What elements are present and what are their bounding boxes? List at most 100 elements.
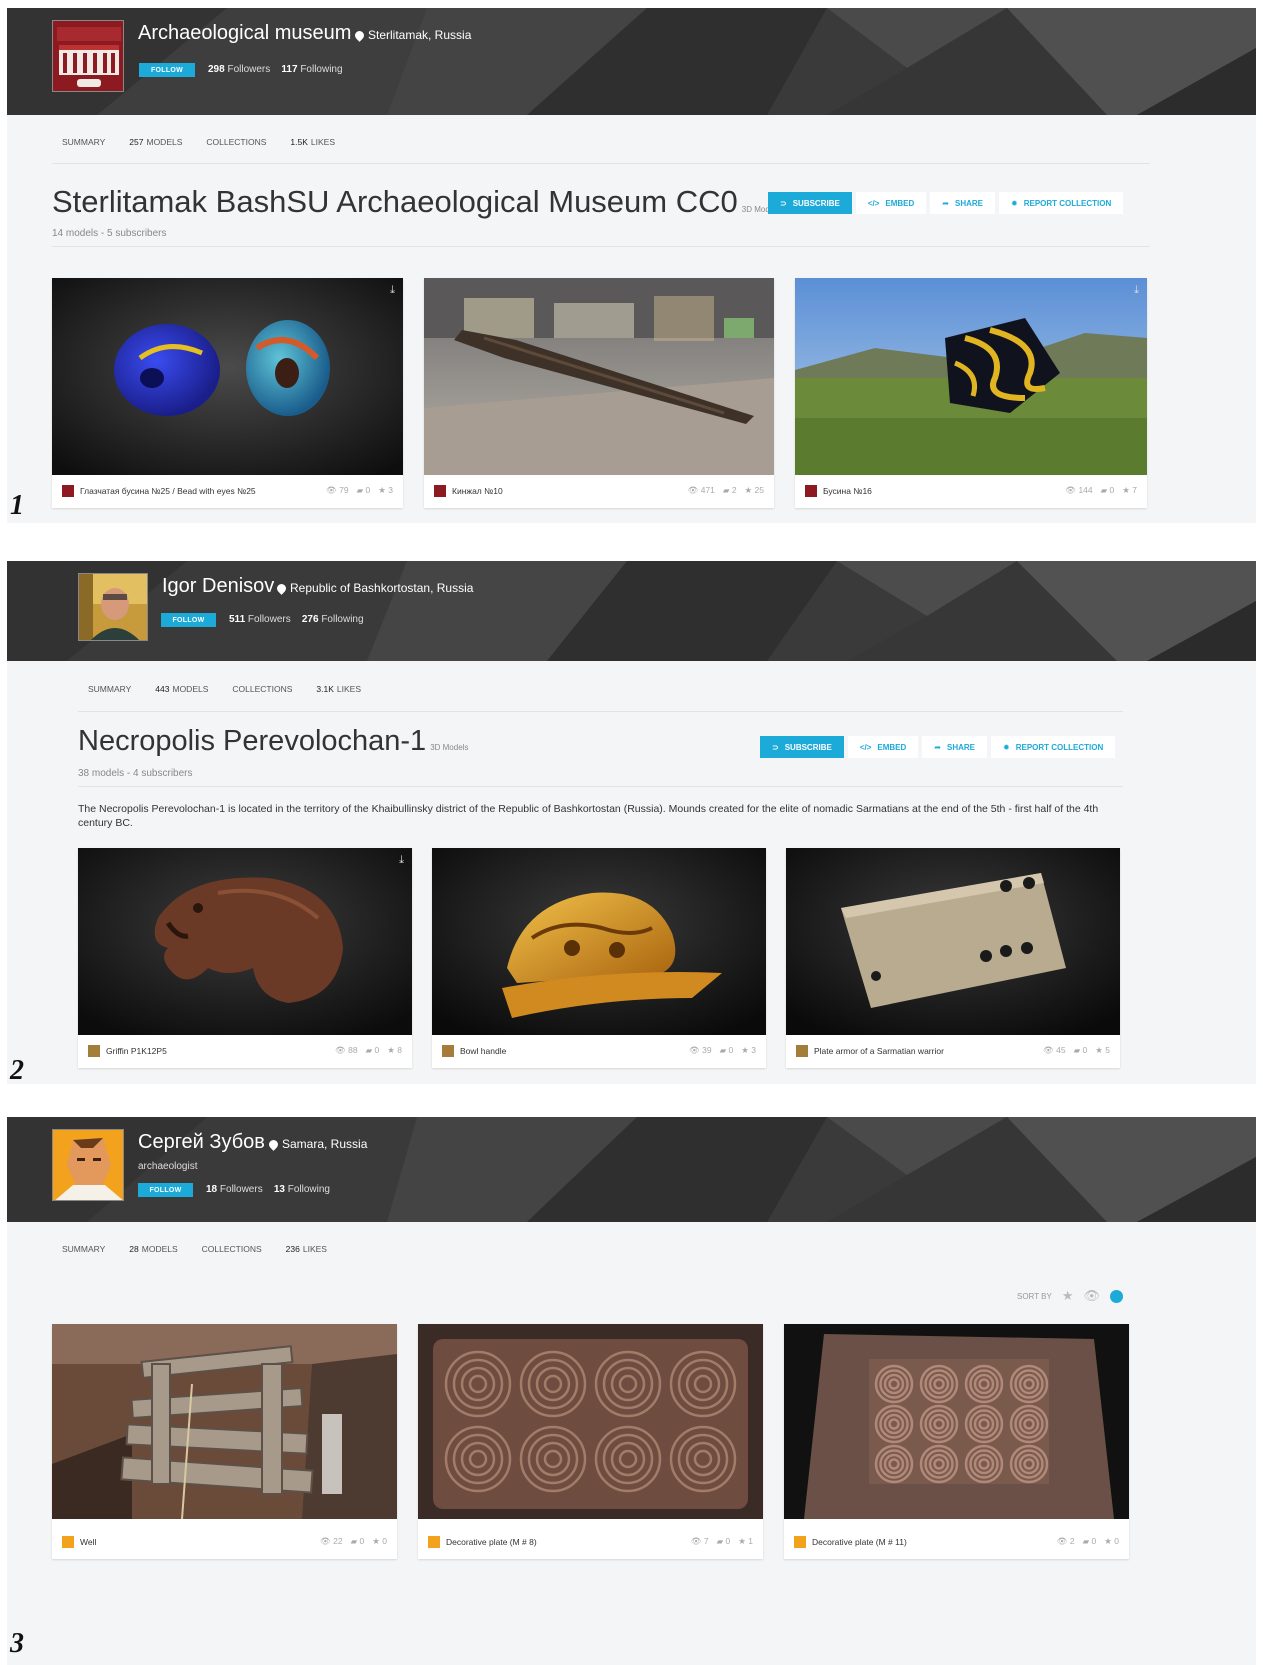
gear-icon: ✹ <box>1011 198 1018 208</box>
model-card[interactable]: ⤓ Глазчатая бусина №25 / Bead with eyes … <box>52 278 403 508</box>
tab-summary[interactable]: SUMMARY <box>88 684 131 694</box>
model-card[interactable]: Кинжал №10 👁 471 ▰ 2 ★ 25 <box>424 278 774 508</box>
model-title[interactable]: Глазчатая бусина №25 / Bead with eyes №2… <box>80 486 320 496</box>
subscribe-button[interactable]: ⊃ SUBSCRIBE <box>768 192 852 214</box>
model-title[interactable]: Bowl handle <box>460 1046 683 1056</box>
model-title[interactable]: Кинжал №10 <box>452 486 682 496</box>
author-avatar[interactable] <box>442 1044 454 1057</box>
tab-summary[interactable]: SUMMARY <box>62 1244 105 1254</box>
author-avatar[interactable] <box>794 1535 806 1548</box>
likes-count: ★ 0 <box>372 1536 387 1546</box>
followers-count[interactable]: 298 <box>208 64 225 75</box>
tab-models[interactable]: 28 MODELS <box>129 1244 177 1254</box>
model-card[interactable]: Decorative plate (M # 11) 👁 2 ▰ 0 ★ 0 <box>784 1324 1129 1559</box>
profile-name[interactable]: Сергей Зубов <box>138 1131 265 1154</box>
author-avatar[interactable] <box>428 1535 440 1548</box>
model-thumbnail[interactable]: ⤓ <box>795 278 1147 475</box>
subscribe-button[interactable]: ⊃ SUBSCRIBE <box>760 736 844 758</box>
rss-icon: ⊃ <box>772 742 779 752</box>
model-title[interactable]: Griffin P1K12P5 <box>106 1046 329 1056</box>
model-thumbnail[interactable] <box>432 848 766 1035</box>
following-count[interactable]: 13 <box>274 1184 285 1195</box>
model-thumbnail[interactable]: ⤓ <box>78 848 412 1035</box>
follow-button[interactable]: FOLLOW <box>138 1183 193 1197</box>
user-avatar[interactable] <box>52 1129 124 1201</box>
download-icon[interactable]: ⤓ <box>1134 284 1139 297</box>
model-thumbnail[interactable] <box>786 848 1120 1035</box>
model-stats: 👁 45 ▰ 0 ★ 5 <box>1043 1045 1110 1056</box>
profile-banner: Сергей Зубов Samara, Russia archaeologis… <box>7 1117 1256 1222</box>
followers-label[interactable]: Followers <box>248 614 291 625</box>
embed-button[interactable]: </> EMBED <box>847 736 919 758</box>
profile-panel-3: Сергей Зубов Samara, Russia archaeologis… <box>7 1117 1256 1665</box>
model-card[interactable]: ⤓ Griffin P1K12P5 👁 88 ▰ 0 ★ 8 <box>78 848 412 1068</box>
author-avatar[interactable] <box>62 484 74 497</box>
profile-name[interactable]: Archaeological museum <box>138 22 351 45</box>
collection-actions: ⊃ SUBSCRIBE </> EMBED ➦ SHARE ✹ REPORT COLLE… <box>760 736 1116 758</box>
follow-stats: 18 Followers 13 Following <box>206 1184 330 1195</box>
followers-label[interactable]: Followers <box>220 1184 263 1195</box>
tab-models[interactable]: 443 MODELS <box>155 684 208 694</box>
model-stats: 👁 39 ▰ 0 ★ 3 <box>689 1045 756 1056</box>
following-count[interactable]: 117 <box>281 64 297 75</box>
sort-by: SORT BY ★ 👁 <box>1017 1288 1123 1304</box>
model-title[interactable]: Бусина №16 <box>823 486 1059 496</box>
author-avatar[interactable] <box>796 1044 808 1057</box>
following-label[interactable]: Following <box>300 64 342 75</box>
model-stats: 👁 22 ▰ 0 ★ 0 <box>320 1536 387 1547</box>
divider <box>52 163 1150 164</box>
tab-likes[interactable]: 3.1K LIKES <box>316 684 361 694</box>
followers-count[interactable]: 511 <box>229 614 245 625</box>
profile-name[interactable]: Igor Denisov <box>162 575 274 598</box>
followers-label[interactable]: Followers <box>227 64 270 75</box>
user-avatar[interactable] <box>78 573 148 641</box>
share-button[interactable]: ➦ SHARE <box>922 736 988 758</box>
model-title[interactable]: Decorative plate (M # 11) <box>812 1537 1051 1547</box>
tab-collections[interactable]: COLLECTIONS <box>232 684 292 694</box>
model-title[interactable]: Well <box>80 1537 314 1547</box>
model-card[interactable]: ⤓ Бусина №16 👁 144 ▰ 0 ★ 7 <box>795 278 1147 508</box>
views-count: 👁 45 <box>1043 1045 1066 1055</box>
model-thumbnail[interactable] <box>418 1324 763 1519</box>
download-icon[interactable]: ⤓ <box>399 854 404 867</box>
following-label[interactable]: Following <box>288 1184 330 1195</box>
author-avatar[interactable] <box>434 484 446 497</box>
followers-count[interactable]: 18 <box>206 1184 217 1195</box>
gold-handle-image <box>432 848 766 1035</box>
tab-collections[interactable]: COLLECTIONS <box>202 1244 262 1254</box>
report-collection-button[interactable]: ✹ REPORT COLLECTION <box>999 192 1124 214</box>
share-button[interactable]: ➦ SHARE <box>930 192 996 214</box>
tab-likes[interactable]: 1.5K LIKES <box>290 137 335 147</box>
model-thumbnail[interactable] <box>52 1324 397 1519</box>
model-card[interactable]: Decorative plate (M # 8) 👁 7 ▰ 0 ★ 1 <box>418 1324 763 1559</box>
follow-button[interactable]: FOLLOW <box>161 613 216 627</box>
tab-models[interactable]: 257 MODELS <box>129 137 182 147</box>
model-title[interactable]: Plate armor of a Sarmatian warrior <box>814 1046 1037 1056</box>
report-collection-button[interactable]: ✹ REPORT COLLECTION <box>991 736 1116 758</box>
embed-button[interactable]: </> EMBED <box>855 192 927 214</box>
composite-figure: Archaeological museum Sterlitamak, Russi… <box>0 0 1263 1665</box>
download-icon[interactable]: ⤓ <box>390 284 395 297</box>
following-label[interactable]: Following <box>321 614 363 625</box>
views-count: 👁 88 <box>335 1045 358 1055</box>
model-thumbnail[interactable]: ⤓ <box>52 278 403 475</box>
model-card[interactable]: Plate armor of a Sarmatian warrior 👁 45 ▰… <box>786 848 1120 1068</box>
museum-logo-avatar[interactable] <box>52 20 124 92</box>
author-avatar[interactable] <box>88 1044 100 1057</box>
following-count[interactable]: 276 <box>302 614 319 625</box>
sort-likes-star-icon[interactable]: ★ <box>1062 1288 1074 1304</box>
tab-summary[interactable]: SUMMARY <box>62 137 105 147</box>
model-card[interactable]: Well 👁 22 ▰ 0 ★ 0 <box>52 1324 397 1559</box>
model-thumbnail[interactable] <box>424 278 774 475</box>
follow-button[interactable]: FOLLOW <box>139 63 195 77</box>
model-card[interactable]: Bowl handle 👁 39 ▰ 0 ★ 3 <box>432 848 766 1068</box>
model-stats: 👁 88 ▰ 0 ★ 8 <box>335 1045 402 1056</box>
tab-collections[interactable]: COLLECTIONS <box>206 137 266 147</box>
model-title[interactable]: Decorative plate (M # 8) <box>446 1537 685 1547</box>
author-avatar[interactable] <box>805 484 817 497</box>
tab-likes[interactable]: 236 LIKES <box>286 1244 327 1254</box>
author-avatar[interactable] <box>62 1535 74 1548</box>
model-thumbnail[interactable] <box>784 1324 1129 1519</box>
sort-views-eye-icon[interactable]: 👁 <box>1083 1288 1100 1304</box>
sort-recent-clock-icon[interactable] <box>1110 1289 1123 1303</box>
